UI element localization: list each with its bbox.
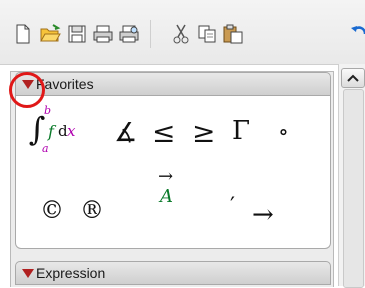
open-folder-icon[interactable] <box>37 22 63 46</box>
print-preview-icon[interactable] <box>116 22 142 46</box>
symbol-panels: Favorites ∫ b a f d x ∡ ≤ ≥ Γ ∘ © ® → A … <box>10 71 334 287</box>
save-icon[interactable] <box>64 22 90 46</box>
vector-symbol-button[interactable]: → A <box>156 166 180 212</box>
integral-function: f <box>48 122 54 141</box>
paste-icon[interactable] <box>220 22 246 46</box>
toolbar <box>0 0 365 65</box>
new-document-icon[interactable] <box>10 22 36 46</box>
vector-arrow: → <box>158 166 174 187</box>
collapse-arrow-icon[interactable] <box>22 269 34 278</box>
favorites-symbol-grid: ∫ b a f d x ∡ ≤ ≥ Γ ∘ © ® → A ′ → <box>15 96 331 249</box>
vertical-scrollbar[interactable] <box>338 64 365 288</box>
measured-angle-symbol-button[interactable]: ∡ <box>114 118 137 148</box>
highlight-circle <box>9 72 45 108</box>
favorites-panel-header[interactable]: Favorites <box>15 72 331 96</box>
integral-upper-limit: b <box>44 104 52 117</box>
gamma-symbol-button[interactable]: Γ <box>232 116 250 146</box>
scroll-up-button[interactable] <box>341 68 365 88</box>
integral-variable: x <box>67 122 76 140</box>
copyright-symbol-button[interactable]: © <box>40 196 64 224</box>
copy-icon[interactable] <box>194 22 220 46</box>
registered-symbol-button[interactable]: ® <box>80 196 104 224</box>
greater-equal-symbol-button[interactable]: ≥ <box>192 116 215 149</box>
degree-symbol-button[interactable]: ∘ <box>278 120 289 145</box>
toolbar-separator <box>150 20 151 48</box>
prime-symbol-button[interactable]: ′ <box>230 194 235 219</box>
expression-panel-header[interactable]: Expression <box>15 261 331 285</box>
undo-icon[interactable] <box>346 22 365 46</box>
less-equal-symbol-button[interactable]: ≤ <box>152 116 175 149</box>
expression-label: Expression <box>36 265 106 281</box>
integral-symbol-button[interactable]: ∫ b a f d x <box>29 104 86 155</box>
scroll-track[interactable] <box>343 89 364 288</box>
print-icon[interactable] <box>90 22 116 46</box>
vector-letter: A <box>160 186 173 207</box>
app-window: Favorites ∫ b a f d x ∡ ≤ ≥ Γ ∘ © ® → A … <box>0 0 365 288</box>
right-arrow-symbol-button[interactable]: → <box>252 200 274 230</box>
integral-lower-limit: a <box>42 142 49 155</box>
chevron-up-icon <box>347 74 359 82</box>
cut-icon[interactable] <box>168 22 194 46</box>
